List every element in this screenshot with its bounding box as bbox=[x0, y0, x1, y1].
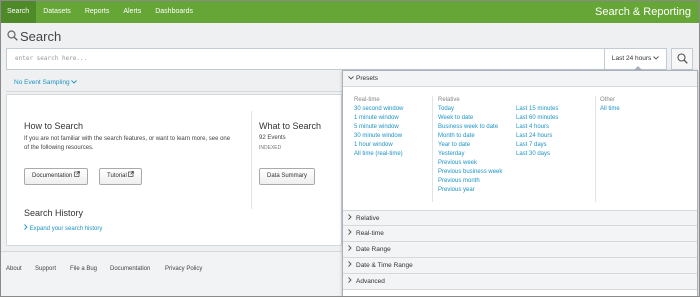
nav-tab-reports[interactable]: Reports bbox=[78, 1, 117, 23]
top-nav: Search Datasets Reports Alerts Dashboard… bbox=[1, 1, 699, 23]
preset-item[interactable]: All time (real-time) bbox=[354, 151, 403, 157]
preset-item[interactable]: Last 4 hours bbox=[516, 124, 549, 130]
preset-item[interactable]: Last 15 minutes bbox=[516, 106, 558, 112]
what-to-search-title: What to Search bbox=[259, 121, 322, 131]
chevron-right-icon bbox=[348, 258, 356, 274]
realtime-heading: Real-time bbox=[354, 97, 380, 103]
other-heading: Other bbox=[600, 97, 616, 103]
preset-item[interactable]: Week to date bbox=[438, 115, 473, 121]
expand-history-link[interactable]: Expand your search history bbox=[24, 224, 102, 232]
preset-item[interactable]: Yesterday bbox=[438, 151, 464, 157]
chevron-down-icon bbox=[71, 79, 78, 86]
preset-item[interactable]: Year to date bbox=[438, 142, 470, 148]
page-title: Search bbox=[7, 29, 61, 44]
chevron-right-icon bbox=[348, 226, 356, 242]
app-window: Search Datasets Reports Alerts Dashboard… bbox=[0, 0, 700, 297]
accordion-date-time-range[interactable]: Date & Time Range bbox=[343, 258, 697, 274]
preset-item[interactable]: Previous year bbox=[438, 187, 475, 193]
documentation-button[interactable]: Documentation bbox=[24, 168, 89, 185]
documentation-label: Documentation bbox=[32, 173, 73, 179]
accordion-advanced[interactable]: Advanced bbox=[343, 274, 697, 290]
footer-link-support[interactable]: Support bbox=[35, 266, 56, 272]
app-title: Search & Reporting bbox=[595, 6, 691, 18]
preset-item[interactable]: 1 hour window bbox=[354, 142, 393, 148]
tutorial-label: Tutorial bbox=[107, 173, 127, 179]
footer-link-file-a-bug[interactable]: File a Bug bbox=[70, 266, 97, 272]
event-sampling-dropdown[interactable]: No Event Sampling bbox=[14, 79, 78, 86]
search-help-panel: How to Search If you are not familiar wi… bbox=[6, 94, 342, 246]
nav-tab-alerts[interactable]: Alerts bbox=[116, 1, 148, 23]
page-title-text: Search bbox=[20, 29, 62, 44]
nav-tab-datasets[interactable]: Datasets bbox=[36, 1, 78, 23]
nav-tab-dashboards[interactable]: Dashboards bbox=[148, 1, 200, 23]
accordion-relative-label: Relative bbox=[356, 215, 380, 222]
chevron-down-icon bbox=[348, 71, 356, 87]
chevron-right-icon bbox=[348, 274, 356, 290]
preset-item[interactable]: Month to date bbox=[438, 133, 475, 139]
preset-item[interactable]: Last 24 hours bbox=[516, 133, 552, 139]
footer-link-privacy-policy[interactable]: Privacy Policy bbox=[165, 266, 202, 272]
preset-item[interactable]: Last 30 days bbox=[516, 151, 550, 157]
preset-item[interactable]: Previous month bbox=[438, 178, 480, 184]
accordion-relative[interactable]: Relative bbox=[343, 210, 697, 226]
preset-item[interactable]: Business week to date bbox=[438, 124, 498, 130]
divider bbox=[6, 91, 342, 92]
accordion-presets[interactable]: Presets bbox=[343, 71, 697, 87]
accordion-date-range-label: Date Range bbox=[356, 246, 391, 253]
search-bar: enter search here... Last 24 hours bbox=[6, 48, 693, 70]
footer-link-about[interactable]: About bbox=[6, 266, 22, 272]
preset-item[interactable]: 30 second window bbox=[354, 106, 403, 112]
event-count: 92 Events bbox=[259, 135, 286, 141]
search-icon bbox=[7, 29, 20, 44]
preset-item[interactable]: Previous business week bbox=[438, 169, 502, 175]
chevron-right-icon bbox=[348, 242, 356, 258]
preset-item[interactable]: Today bbox=[438, 106, 454, 112]
indexed-label: INDEXED bbox=[259, 145, 282, 151]
how-to-search-title: How to Search bbox=[24, 121, 84, 131]
chevron-right-icon bbox=[348, 211, 356, 227]
data-summary-button[interactable]: Data Summary bbox=[259, 168, 316, 185]
nav-tab-search[interactable]: Search bbox=[1, 1, 37, 23]
accordion-date-range[interactable]: Date Range bbox=[343, 242, 697, 258]
column-divider bbox=[595, 96, 596, 202]
accordion-advanced-label: Advanced bbox=[356, 278, 385, 285]
external-link-icon bbox=[74, 171, 80, 179]
accordion-realtime[interactable]: Real-time bbox=[343, 226, 697, 242]
relative-heading: Relative bbox=[438, 97, 460, 103]
accordion-presets-label: Presets bbox=[356, 75, 379, 82]
preset-item[interactable]: Last 7 days bbox=[516, 142, 547, 148]
preset-item[interactable]: All time bbox=[600, 106, 620, 112]
time-range-label: Last 24 hours bbox=[611, 55, 652, 62]
preset-item[interactable]: Previous week bbox=[438, 160, 477, 166]
accordion-date-time-range-label: Date & Time Range bbox=[356, 262, 413, 269]
chevron-down-icon bbox=[653, 55, 659, 62]
how-to-search-text: If you are not familiar with the search … bbox=[24, 136, 231, 151]
column-divider bbox=[432, 96, 433, 202]
preset-item[interactable]: 30 minute window bbox=[354, 133, 402, 139]
accordion-realtime-label: Real-time bbox=[356, 230, 384, 237]
tutorial-button[interactable]: Tutorial bbox=[99, 168, 143, 185]
preset-item[interactable]: 1 minute window bbox=[354, 115, 399, 121]
time-range-picker: Presets Real-time 30 second window 1 min… bbox=[342, 70, 698, 296]
expand-history-label: Expand your search history bbox=[29, 226, 103, 232]
preset-item[interactable]: Last 60 minutes bbox=[516, 115, 558, 121]
magnifier-icon bbox=[676, 52, 688, 66]
search-submit-button[interactable] bbox=[671, 48, 693, 70]
panel-divider bbox=[251, 111, 252, 209]
footer-link-documentation[interactable]: Documentation bbox=[110, 266, 150, 272]
search-history-title: Search History bbox=[24, 208, 84, 218]
search-input[interactable]: enter search here... bbox=[6, 48, 605, 70]
preset-item[interactable]: 5 minute window bbox=[354, 124, 399, 130]
footer: About Support File a Bug Documentation P… bbox=[1, 251, 346, 296]
external-link-icon bbox=[128, 171, 135, 179]
event-sampling-label: No Event Sampling bbox=[14, 79, 70, 86]
presets-panel: Real-time 30 second window 1 minute wind… bbox=[343, 88, 697, 210]
